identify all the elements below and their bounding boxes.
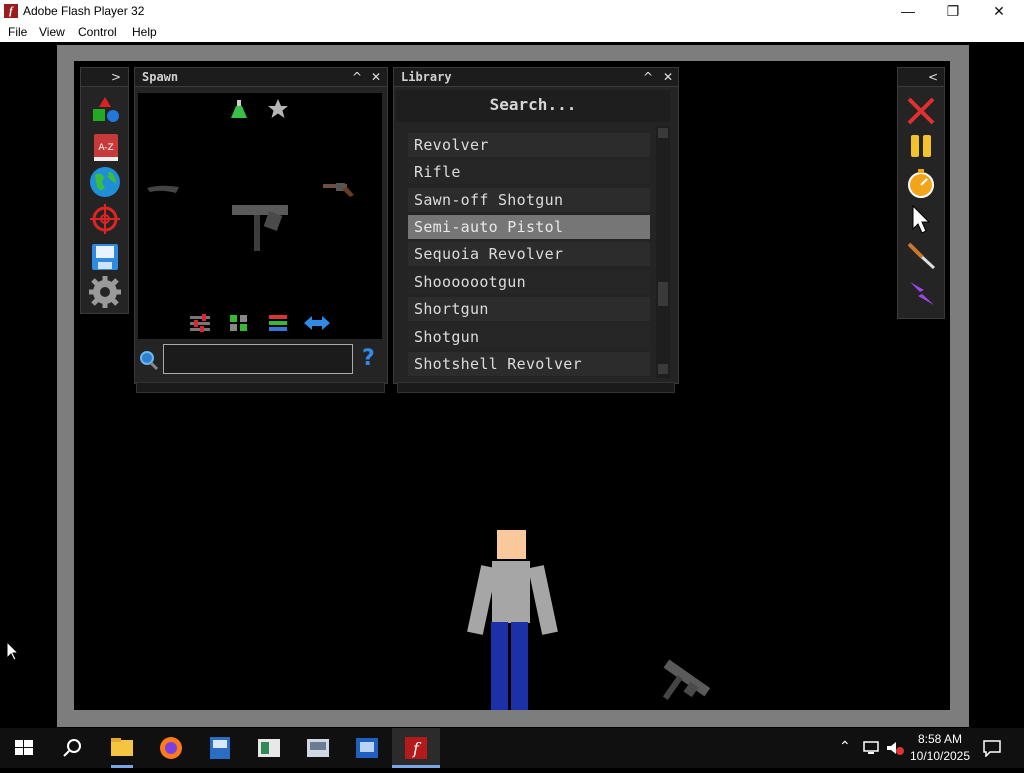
ragdoll-right-leg[interactable] (511, 622, 528, 710)
delete-icon[interactable] (904, 94, 938, 128)
start-icon[interactable] (0, 728, 48, 768)
window-title: Adobe Flash Player 32 (23, 4, 145, 18)
target-icon[interactable] (88, 202, 122, 236)
network-icon[interactable] (862, 740, 880, 756)
scroll-down-button[interactable] (658, 364, 668, 374)
app-icon-4[interactable] (343, 728, 391, 768)
clock-time[interactable]: 8:58 AM (906, 732, 974, 746)
collapse-toolbar-button[interactable]: < (925, 69, 941, 85)
timer-icon[interactable] (904, 166, 938, 200)
spawn-minimize-button[interactable]: ^ (349, 69, 365, 85)
star-icon[interactable] (267, 98, 289, 120)
magnifier-icon (140, 351, 159, 371)
revolver-item[interactable] (322, 181, 356, 199)
tray-overflow-icon[interactable]: ⌃ (839, 738, 851, 755)
filter-icon[interactable] (190, 314, 210, 332)
left-toolbar: > A-Z (80, 67, 129, 314)
app-icon-1[interactable] (196, 728, 244, 768)
library-panel-footer (397, 382, 675, 393)
spawn-header: Spawn ^ ✕ (135, 68, 387, 87)
list-view-icon[interactable] (268, 314, 288, 332)
scroll-up-button[interactable] (658, 128, 668, 138)
spawn-close-button[interactable]: ✕ (368, 69, 384, 85)
menu-view[interactable]: View (39, 25, 65, 39)
app-icon-2[interactable] (245, 728, 293, 768)
spawn-item-grid (138, 93, 382, 339)
library-close-button[interactable]: ✕ (660, 69, 676, 85)
help-button[interactable]: ? (362, 346, 375, 371)
a-z-icon[interactable]: A-Z (88, 131, 122, 165)
taskbar: f ⌃ 8:58 AM 10/10/2025 (0, 728, 1024, 768)
library-header: Library ^ ✕ (394, 68, 678, 87)
ragdoll-left-leg[interactable] (491, 622, 508, 710)
left-toolbar-header: > (81, 68, 128, 87)
library-scrollbar[interactable] (656, 126, 670, 378)
right-toolbar: < (897, 67, 945, 319)
library-item-shotshell-revolver[interactable]: Shotshell Revolver (408, 352, 650, 376)
pause-icon[interactable] (904, 130, 938, 164)
search-icon[interactable] (48, 728, 96, 768)
library-item-sawn-off-shotgun[interactable]: Sawn-off Shotgun (408, 188, 650, 212)
dropped-smg[interactable] (655, 654, 713, 710)
file-explorer-icon[interactable] (98, 728, 146, 768)
expand-toolbar-button[interactable]: > (108, 69, 124, 85)
library-minimize-button[interactable]: ^ (640, 69, 656, 85)
library-item-semi-auto-pistol[interactable]: Semi-auto Pistol (408, 215, 650, 239)
library-search-field[interactable]: Search... (396, 90, 670, 122)
library-item-shooooootgun[interactable]: Shooooootgun (408, 270, 650, 294)
menu-file[interactable]: File (8, 25, 27, 39)
library-item-sequoia-revolver[interactable]: Sequoia Revolver (408, 242, 650, 266)
save-icon[interactable] (88, 240, 122, 274)
world-icon[interactable] (88, 165, 122, 199)
scroll-thumb[interactable] (658, 282, 668, 306)
machete-item[interactable] (146, 183, 180, 197)
library-item-shortgun[interactable]: Shortgun (408, 297, 650, 321)
flash-app-icon: f (4, 4, 18, 18)
clock-date[interactable]: 10/10/2025 (906, 749, 974, 763)
lightning-icon[interactable] (904, 276, 938, 310)
library-item-rifle[interactable]: Rifle (408, 160, 650, 184)
settings-icon[interactable] (88, 275, 122, 309)
spawn-panel: Spawn ^ ✕ ? (134, 67, 388, 384)
flash-icon[interactable]: f (392, 728, 440, 768)
menu-help[interactable]: Help (132, 25, 157, 39)
menu-bar: File View Control Help (0, 22, 1024, 42)
app-icon-3[interactable] (294, 728, 342, 768)
grid-view-icon[interactable] (229, 314, 249, 332)
notifications-icon[interactable] (982, 739, 1002, 757)
knife-icon[interactable] (904, 238, 938, 272)
firefox-icon[interactable] (147, 728, 195, 768)
library-item-shotgun[interactable]: Shotgun (408, 325, 650, 349)
a-z-label: A-Z (98, 143, 113, 153)
spawn-panel-footer (136, 382, 385, 393)
swap-arrows-icon[interactable] (304, 315, 330, 331)
mouse-cursor-icon (6, 641, 20, 661)
maximize-button[interactable]: ❐ (930, 0, 976, 22)
close-button[interactable]: ✕ (976, 0, 1022, 22)
minimize-button[interactable]: — (885, 0, 931, 22)
title-bar: f Adobe Flash Player 32 — ❐ ✕ (0, 0, 1024, 22)
volume-muted-icon[interactable] (885, 740, 905, 756)
shapes-icon[interactable] (88, 95, 122, 129)
smg-item[interactable] (230, 201, 290, 253)
ragdoll-torso[interactable] (492, 561, 530, 623)
menu-control[interactable]: Control (78, 25, 117, 39)
ragdoll-head[interactable] (497, 530, 526, 559)
library-title: Library (401, 70, 452, 84)
pointer-icon[interactable] (904, 202, 938, 236)
spawn-search-input[interactable] (163, 344, 353, 374)
library-item-revolver[interactable]: Revolver (408, 133, 650, 157)
right-toolbar-header: < (898, 68, 944, 87)
flask-icon[interactable] (230, 99, 248, 119)
spawn-title: Spawn (142, 70, 179, 84)
